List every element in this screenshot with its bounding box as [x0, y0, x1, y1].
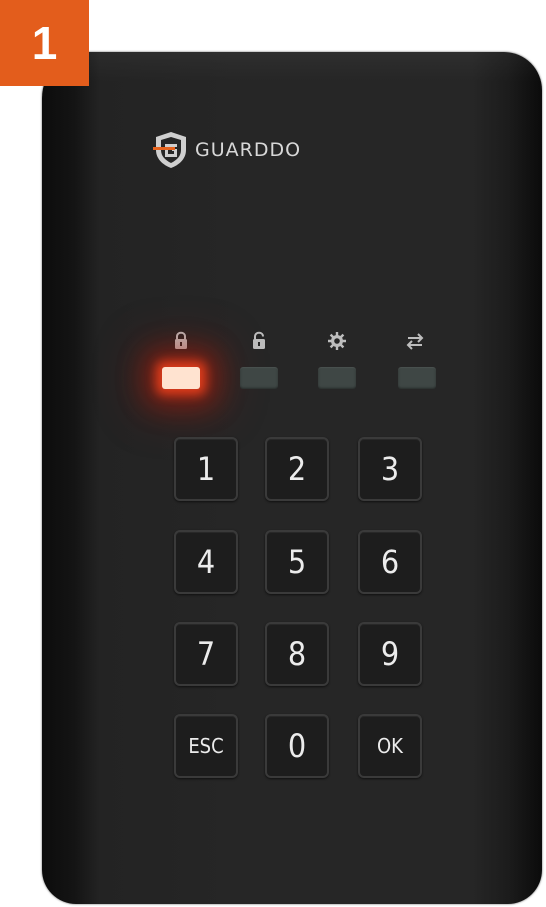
step-badge: 1 — [0, 0, 89, 86]
key-ok[interactable]: OK — [358, 714, 422, 778]
led-unlocked — [240, 367, 278, 389]
key-9[interactable]: 9 — [358, 622, 422, 686]
led-locked — [162, 367, 200, 389]
key-0[interactable]: 0 — [265, 714, 329, 778]
key-6[interactable]: 6 — [358, 530, 422, 594]
lock-closed-icon — [170, 330, 194, 354]
led-settings — [318, 367, 356, 389]
lock-open-icon — [248, 330, 272, 354]
key-7[interactable]: 7 — [174, 622, 238, 686]
led-transfer — [398, 367, 436, 389]
key-5[interactable]: 5 — [265, 530, 329, 594]
product-illustration: 1 GUARDDO 1 2 3 4 5 6 7 8 9 ESC 0 OK — [0, 0, 546, 907]
key-esc[interactable]: ESC — [174, 714, 238, 778]
step-number: 1 — [31, 17, 58, 69]
brand-name: GUARDDO — [195, 139, 302, 161]
key-3[interactable]: 3 — [358, 437, 422, 501]
gear-icon — [326, 330, 350, 354]
swap-arrows-icon — [404, 330, 428, 354]
guarddo-shield-icon — [153, 132, 186, 168]
key-8[interactable]: 8 — [265, 622, 329, 686]
key-2[interactable]: 2 — [265, 437, 329, 501]
key-4[interactable]: 4 — [174, 530, 238, 594]
key-1[interactable]: 1 — [174, 437, 238, 501]
brand-logo: GUARDDO — [153, 130, 301, 170]
